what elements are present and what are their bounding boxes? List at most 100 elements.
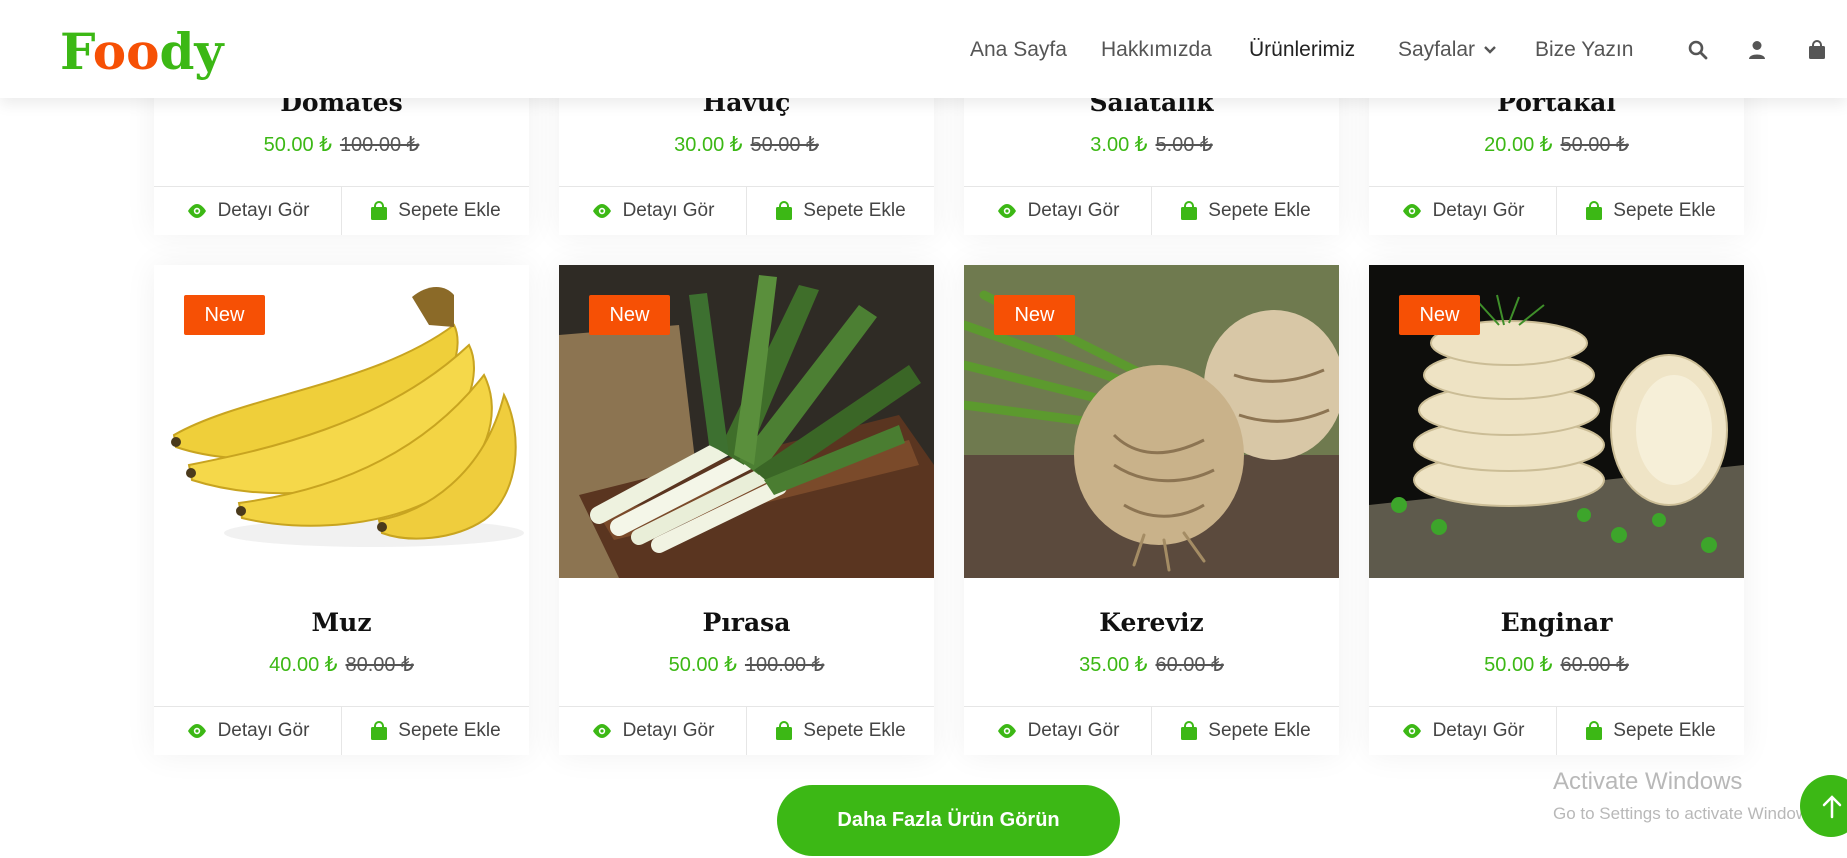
old-price: 50.00 ₺ xyxy=(750,134,819,156)
view-detail-label: Detayı Gör xyxy=(622,200,715,221)
product-actions: Detayı Gör Sepete Ekle xyxy=(559,706,934,755)
new-badge: New xyxy=(994,295,1075,335)
product-price: 20.00 ₺ 50.00 ₺ xyxy=(1369,132,1744,157)
product-image-banana[interactable]: New xyxy=(154,265,529,578)
view-detail-label: Detayı Gör xyxy=(622,720,715,741)
nav-item-products[interactable]: Ürünlerimiz xyxy=(1249,38,1355,62)
user-icon xyxy=(1749,41,1765,59)
product-name[interactable]: Muz xyxy=(154,608,529,637)
product-card-leek: New Pırasa 50.00 ₺ 100.00 ₺ Detayı Gör Se… xyxy=(559,265,934,755)
add-to-cart-button[interactable]: Sepete Ekle xyxy=(746,707,934,755)
product-actions: Detayı Gör Sepete Ekle xyxy=(964,186,1339,235)
product-price: 40.00 ₺ 80.00 ₺ xyxy=(154,652,529,677)
product-name[interactable]: Kereviz xyxy=(964,608,1339,637)
add-to-cart-label: Sepete Ekle xyxy=(1613,200,1716,221)
old-price: 5.00 ₺ xyxy=(1155,134,1213,156)
nav-item-pages[interactable]: Sayfalar xyxy=(1398,38,1497,62)
product-name[interactable]: Pırasa xyxy=(559,608,934,637)
eye-icon xyxy=(187,204,206,218)
product-price: 35.00 ₺ 60.00 ₺ xyxy=(964,652,1339,677)
eye-icon xyxy=(592,204,611,218)
view-detail-button[interactable]: Detayı Gör xyxy=(154,187,341,235)
view-detail-label: Detayı Gör xyxy=(217,200,310,221)
current-price: 20.00 ₺ xyxy=(1484,134,1553,156)
nav-item-contact[interactable]: Bize Yazın xyxy=(1535,38,1633,62)
more-products-button[interactable]: Daha Fazla Ürün Görün xyxy=(777,785,1120,856)
old-price: 80.00 ₺ xyxy=(345,654,414,676)
watermark-subtitle: Go to Settings to activate Windows. xyxy=(1553,804,1822,823)
new-badge: New xyxy=(1399,295,1480,335)
back-to-top-button[interactable] xyxy=(1800,775,1847,837)
view-detail-button[interactable]: Detayı Gör xyxy=(964,707,1151,755)
nav-item-about[interactable]: Hakkımızda xyxy=(1101,38,1212,62)
old-price: 100.00 ₺ xyxy=(339,134,420,156)
nav-item-pages-label: Sayfalar xyxy=(1398,38,1476,61)
view-detail-button[interactable]: Detayı Gör xyxy=(964,187,1151,235)
shopping-bag-icon xyxy=(1586,721,1603,740)
current-price: 40.00 ₺ xyxy=(269,654,338,676)
view-detail-button[interactable]: Detayı Gör xyxy=(1369,187,1556,235)
product-image-artichoke[interactable]: New xyxy=(1369,265,1744,578)
current-price: 3.00 ₺ xyxy=(1090,134,1148,156)
add-to-cart-button[interactable]: Sepete Ekle xyxy=(746,187,934,235)
shopping-bag-icon xyxy=(1181,721,1198,740)
eye-icon xyxy=(1402,724,1421,738)
eye-icon xyxy=(1402,204,1421,218)
watermark-title: Activate Windows xyxy=(1553,768,1743,795)
product-card-celeriac: New Kereviz 35.00 ₺ 60.00 ₺ Detayı Gör Se… xyxy=(964,265,1339,755)
product-actions: Detayı Gör Sepete Ekle xyxy=(1369,706,1744,755)
product-actions: Detayı Gör Sepete Ekle xyxy=(964,706,1339,755)
view-detail-button[interactable]: Detayı Gör xyxy=(1369,707,1556,755)
add-to-cart-label: Sepete Ekle xyxy=(803,200,906,221)
product-image-celeriac[interactable]: New xyxy=(964,265,1339,578)
nav-item-home[interactable]: Ana Sayfa xyxy=(970,38,1067,62)
cart-button[interactable] xyxy=(1808,40,1826,65)
view-detail-button[interactable]: Detayı Gör xyxy=(154,707,341,755)
add-to-cart-button[interactable]: Sepete Ekle xyxy=(1151,707,1339,755)
view-detail-label: Detayı Gör xyxy=(1432,200,1525,221)
chevron-down-icon xyxy=(1484,46,1496,55)
products-section: Domates 50.00 ₺ 100.00 ₺ Detayı Gör Sepet… xyxy=(0,0,1847,858)
add-to-cart-label: Sepete Ekle xyxy=(1208,200,1311,221)
current-price: 50.00 ₺ xyxy=(668,654,737,676)
add-to-cart-label: Sepete Ekle xyxy=(1208,720,1311,741)
view-detail-button[interactable]: Detayı Gör xyxy=(559,187,746,235)
view-detail-label: Detayı Gör xyxy=(217,720,310,741)
add-to-cart-button[interactable]: Sepete Ekle xyxy=(341,707,529,755)
product-price: 50.00 ₺ 100.00 ₺ xyxy=(559,652,934,677)
product-image-leek[interactable]: New xyxy=(559,265,934,578)
account-button[interactable] xyxy=(1748,40,1766,65)
old-price: 60.00 ₺ xyxy=(1560,654,1629,676)
search-button[interactable] xyxy=(1688,40,1708,65)
eye-icon xyxy=(997,724,1016,738)
current-price: 30.00 ₺ xyxy=(674,134,743,156)
brand-logo[interactable]: Foody xyxy=(60,22,223,81)
add-to-cart-label: Sepete Ekle xyxy=(1613,720,1716,741)
eye-icon xyxy=(997,204,1016,218)
current-price: 50.00 ₺ xyxy=(263,134,332,156)
new-badge: New xyxy=(184,295,265,335)
product-price: 50.00 ₺ 60.00 ₺ xyxy=(1369,652,1744,677)
shopping-bag-icon xyxy=(371,201,388,220)
search-icon xyxy=(1688,40,1708,60)
add-to-cart-button[interactable]: Sepete Ekle xyxy=(341,187,529,235)
view-detail-label: Detayı Gör xyxy=(1027,720,1120,741)
product-actions: Detayı Gör Sepete Ekle xyxy=(154,706,529,755)
product-price: 3.00 ₺ 5.00 ₺ xyxy=(964,132,1339,157)
logo-part-1: F xyxy=(60,22,93,81)
add-to-cart-button[interactable]: Sepete Ekle xyxy=(1556,707,1744,755)
add-to-cart-button[interactable]: Sepete Ekle xyxy=(1151,187,1339,235)
add-to-cart-button[interactable]: Sepete Ekle xyxy=(1556,187,1744,235)
add-to-cart-label: Sepete Ekle xyxy=(803,720,906,741)
product-actions: Detayı Gör Sepete Ekle xyxy=(154,186,529,235)
logo-part-3: dy xyxy=(159,22,224,81)
product-name[interactable]: Enginar xyxy=(1369,608,1744,637)
logo-part-2: oo xyxy=(92,22,160,81)
activate-windows-watermark: Activate Windows Go to Settings to activ… xyxy=(1553,768,1821,824)
shopping-bag-icon xyxy=(776,201,793,220)
view-detail-label: Detayı Gör xyxy=(1027,200,1120,221)
product-card-artichoke: New Enginar 50.00 ₺ 60.00 ₺ Detayı Gör Se… xyxy=(1369,265,1744,755)
old-price: 60.00 ₺ xyxy=(1155,654,1224,676)
view-detail-button[interactable]: Detayı Gör xyxy=(559,707,746,755)
add-to-cart-label: Sepete Ekle xyxy=(398,200,501,221)
